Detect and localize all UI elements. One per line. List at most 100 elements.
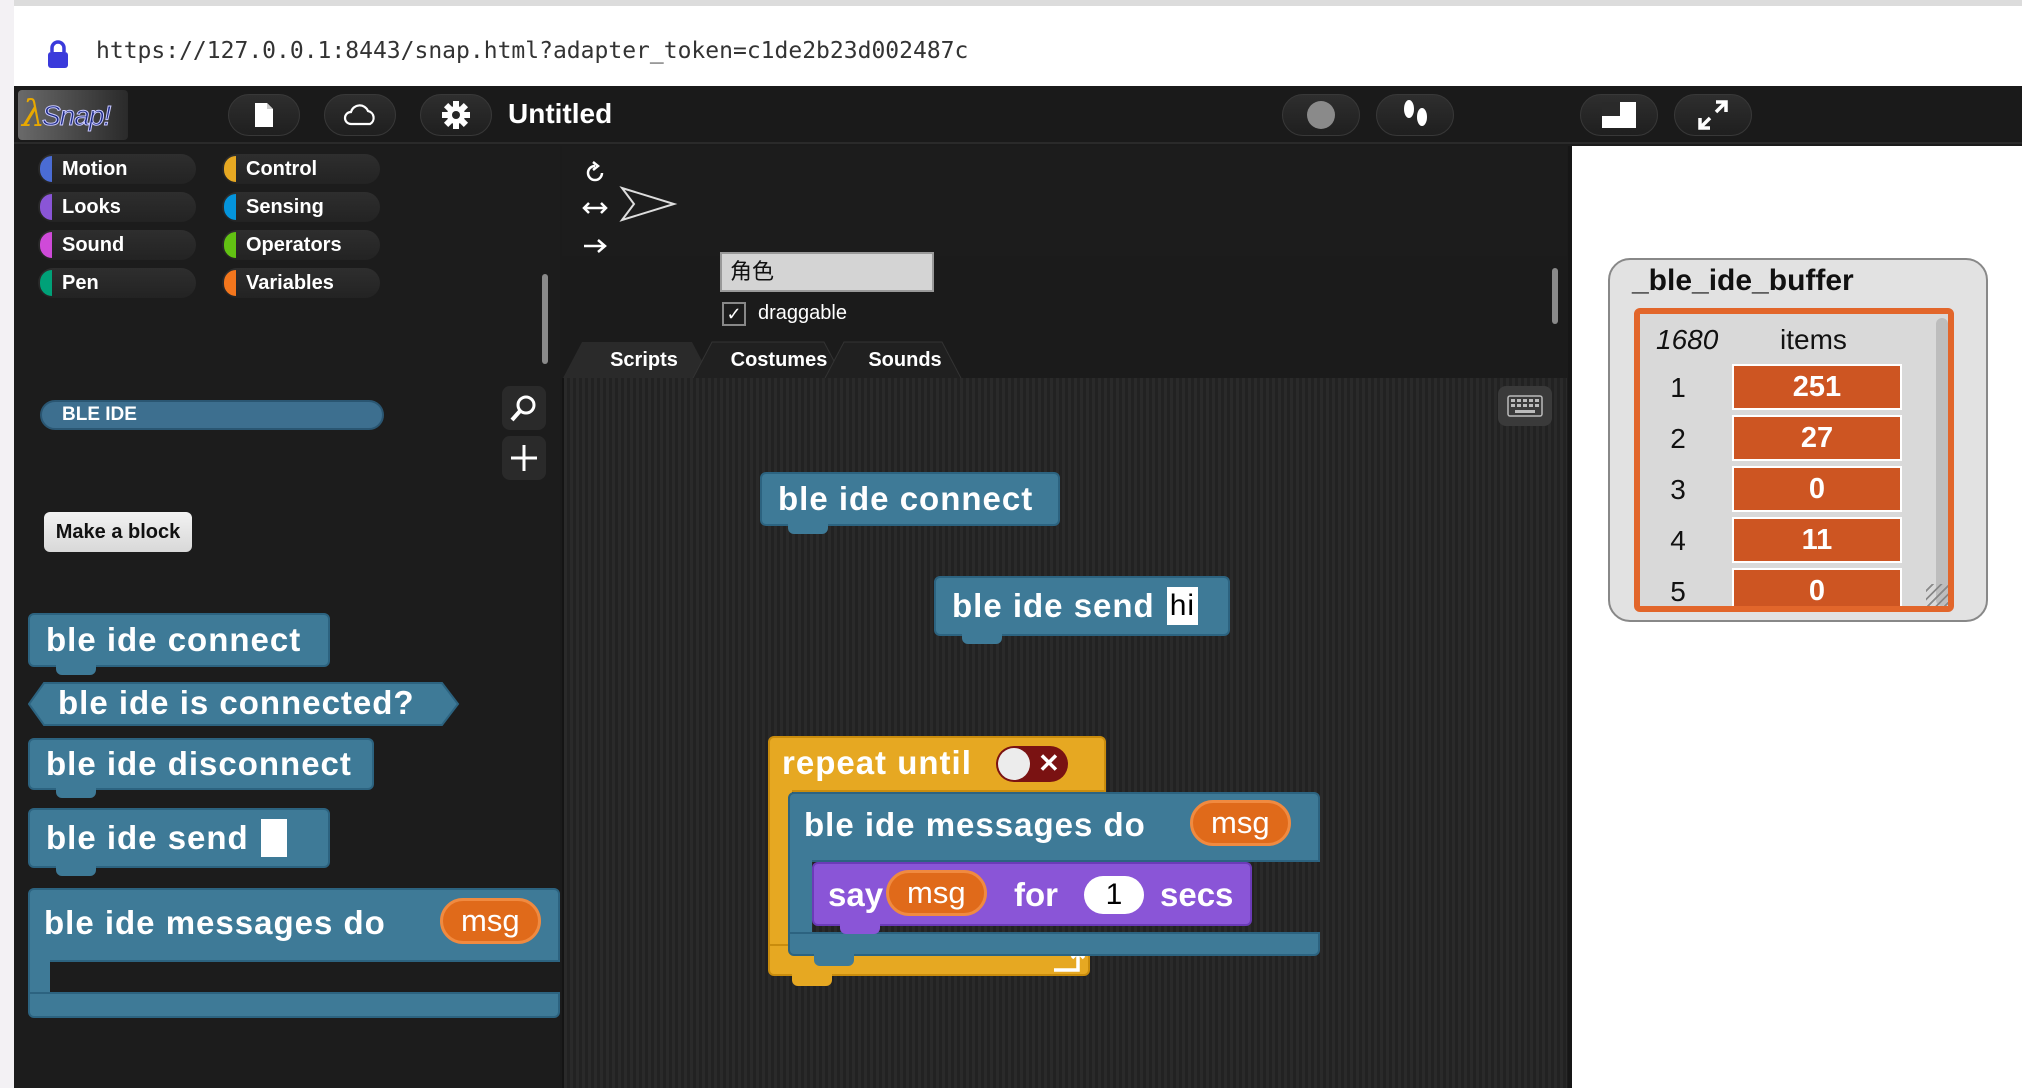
row-value[interactable]: 251 [1732,364,1902,410]
sprite-name-field[interactable]: 角色 [720,252,934,292]
block-label: ble ide connect [46,621,302,658]
arrow-right-icon[interactable] [582,236,608,256]
palette-block-messages-do[interactable]: ble ide messages do msg [28,888,560,1020]
keyboard-entry-button[interactable] [1498,386,1552,426]
tab-sounds[interactable]: Sounds [850,342,960,378]
file-icon [255,103,273,127]
script-block-send[interactable]: ble ide send hi [934,576,1230,644]
draggable-checkbox[interactable]: ✓ [722,302,746,326]
category-label: Looks [62,196,121,218]
category-label: Sound [62,234,125,256]
category-label: Operators [246,234,342,256]
palette-block-is-connected[interactable]: ble ide is connected? [28,682,460,726]
browser-address-bar: https://127.0.0.1:8443/snap.html?adapter… [14,0,2022,86]
list-items-label: items [1780,324,1847,355]
row-index: 3 [1670,474,1686,505]
false-x-icon: ✕ [1038,748,1060,778]
make-a-block-button[interactable]: Make a block [44,512,192,552]
category-label: Motion [62,158,128,180]
say-label: say [828,876,884,913]
draggable-label: draggable [758,302,847,324]
category-variables[interactable]: Variables [222,268,380,298]
block-label: ble ide connect [778,480,1034,517]
list-scrollbar[interactable] [1936,318,1948,606]
block-label: ble ide messages do [804,806,1146,843]
file-button[interactable] [228,94,300,136]
cloud-button[interactable] [324,94,396,136]
flip-icon[interactable] [582,198,608,218]
category-sound[interactable]: Sound [38,230,196,260]
list-row: 2 27 [1640,413,1940,465]
sprite-header [562,146,1567,256]
row-index: 4 [1670,525,1686,556]
category-control[interactable]: Control [222,154,380,184]
record-button[interactable] [1282,94,1360,136]
snap-logo[interactable]: λ Snap! [18,90,128,140]
category-pen[interactable]: Pen [38,268,196,298]
palette-scrollbar[interactable] [542,274,548,364]
url-text[interactable]: https://127.0.0.1:8443/snap.html?adapter… [96,38,968,64]
cloud-icon [343,104,375,126]
keyboard-icon [1507,395,1543,417]
fullscreen-button[interactable] [1674,94,1752,136]
block-label: ble ide send [952,587,1155,624]
row-value[interactable]: 0 [1732,568,1902,606]
category-ble-ide[interactable]: BLE IDE [40,400,384,430]
for-label: for [1014,876,1058,913]
list-length: 1680 [1656,324,1719,355]
row-index: 2 [1670,423,1686,454]
sprite-thumbnail[interactable] [618,184,678,224]
steps-button[interactable] [1376,94,1454,136]
tab-scripts[interactable]: Scripts [584,342,704,378]
send-input-slot[interactable] [260,819,287,857]
row-index: 5 [1670,576,1686,607]
normal-stage-icon [1602,102,1636,128]
settings-button[interactable] [420,94,492,136]
block-label: repeat until [782,744,972,781]
category-sensing[interactable]: Sensing [222,192,380,222]
category-motion[interactable]: Motion [38,154,196,184]
block-label: ble ide messages do [44,904,386,941]
search-blocks-button[interactable] [502,386,546,430]
list-row: 1 251 [1640,362,1940,414]
list-watcher[interactable]: _ble_ide_buffer 1680 items 1 251 2 27 3 … [1608,258,1988,622]
tab-costumes[interactable]: Costumes [714,342,844,378]
secs-input[interactable]: 1 [1084,876,1144,914]
zoom-blocks-button[interactable] [502,436,546,480]
row-index: 1 [1670,372,1686,403]
corral-scrollbar[interactable] [1552,268,1558,324]
msg-variable[interactable]: msg [440,898,541,944]
say-for-secs-block[interactable]: say msg for 1 secs [812,862,1252,934]
rotate-icon[interactable] [582,160,608,186]
row-value[interactable]: 27 [1732,415,1902,461]
gear-icon [442,101,470,129]
category-label: Pen [62,272,99,294]
palette-block-disconnect[interactable]: ble ide disconnect [28,738,374,798]
msg-variable[interactable]: msg [1190,800,1291,846]
watcher-title: _ble_ide_buffer [1632,264,1854,297]
block-label: ble ide is connected? [58,684,415,721]
secs-label: secs [1160,876,1234,913]
footsteps-icon [1404,100,1427,126]
script-block-connect[interactable]: ble ide connect [760,472,1060,534]
circle-icon [1307,101,1335,129]
send-input-hi[interactable]: hi [1166,587,1199,625]
row-value[interactable]: 0 [1732,466,1902,512]
expand-icon [1698,100,1728,130]
top-bar: λ Snap! Untitled [14,86,2022,144]
boolean-toggle-slot[interactable]: ✕ [996,746,1068,782]
list-row: 3 0 [1640,464,1940,516]
category-operators[interactable]: Operators [222,230,380,260]
category-label: Variables [246,272,334,294]
stage-size-button[interactable] [1580,94,1658,136]
block-label: ble ide disconnect [46,745,352,782]
palette-block-send[interactable]: ble ide send [28,808,330,876]
row-value[interactable]: 11 [1732,517,1902,563]
category-looks[interactable]: Looks [38,192,196,222]
lock-icon [48,40,68,68]
palette-block-connect[interactable]: ble ide connect [28,613,330,675]
list-row: 4 11 [1640,515,1940,567]
resize-handle[interactable] [1926,584,1948,606]
list-view: 1680 items 1 251 2 27 3 0 4 11 5 0 [1634,308,1954,612]
msg-variable[interactable]: msg [886,870,987,916]
